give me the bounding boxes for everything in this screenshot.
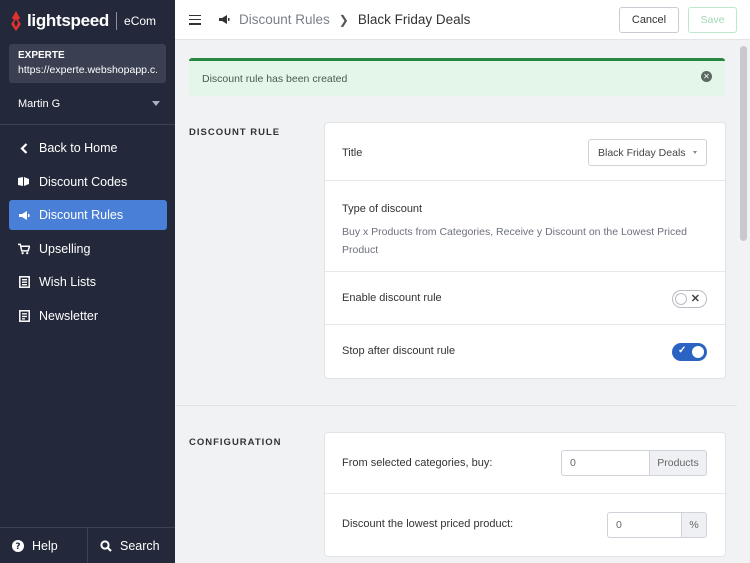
buy-row: From selected categories, buy: 0 Product… bbox=[325, 433, 725, 494]
title-select-value: Black Friday Deals bbox=[598, 146, 686, 159]
type-label: Type of discount bbox=[342, 203, 423, 215]
product-name: eCom bbox=[124, 14, 157, 28]
success-alert: Discount rule has been created ✕ bbox=[189, 58, 725, 96]
megaphone-icon bbox=[18, 209, 30, 221]
section-label-discount-rule: DISCOUNT RULE bbox=[189, 127, 281, 138]
buy-input-group: 0 Products bbox=[561, 450, 707, 476]
sidebar-nav: Back to Home Discount Codes Discount Rul… bbox=[0, 125, 175, 331]
title-select[interactable]: Black Friday Deals bbox=[588, 139, 707, 166]
section-label-configuration: CONFIGURATION bbox=[189, 437, 282, 448]
brand-name: lightspeed bbox=[27, 11, 110, 30]
sidebar-item-label: Upselling bbox=[39, 241, 91, 256]
percent-addon: % bbox=[681, 512, 707, 538]
sidebar-item-wish-lists[interactable]: Wish Lists bbox=[9, 267, 167, 297]
account-switcher[interactable]: EXPERTE https://experte.webshopapp.c... bbox=[9, 44, 166, 83]
help-label: Help bbox=[32, 538, 58, 553]
sidebar-bottom-bar: ? Help Search bbox=[0, 527, 175, 563]
list-icon bbox=[18, 276, 30, 288]
megaphone-icon bbox=[218, 14, 230, 25]
discount-input-group: 0 % bbox=[607, 512, 707, 538]
sidebar-item-label: Newsletter bbox=[39, 308, 99, 323]
help-button[interactable]: ? Help bbox=[0, 528, 87, 563]
lightspeed-flame-icon bbox=[11, 11, 21, 31]
help-icon: ? bbox=[12, 539, 24, 552]
search-label: Search bbox=[120, 538, 160, 553]
save-button[interactable]: Save bbox=[688, 7, 737, 33]
hamburger-menu-icon[interactable] bbox=[189, 14, 201, 25]
buy-quantity-input[interactable]: 0 bbox=[561, 450, 649, 476]
discount-label: Discount the lowest priced product: bbox=[342, 518, 514, 530]
sidebar: lightspeed eCom EXPERTE https://experte.… bbox=[0, 0, 175, 563]
sidebar-item-label: Back to Home bbox=[39, 141, 118, 155]
user-menu[interactable]: Martin G bbox=[0, 83, 175, 125]
title-row: Title Black Friday Deals bbox=[325, 123, 725, 181]
svg-text:?: ? bbox=[15, 542, 20, 552]
search-icon bbox=[100, 539, 112, 552]
scrollbar-thumb[interactable] bbox=[740, 46, 747, 241]
check-icon: ✓ bbox=[678, 345, 687, 356]
sidebar-item-discount-codes[interactable]: Discount Codes bbox=[9, 167, 167, 197]
sidebar-item-label: Discount Rules bbox=[39, 208, 124, 222]
discount-row: Discount the lowest priced product: 0 % bbox=[325, 494, 725, 556]
chevron-down-icon bbox=[693, 151, 697, 154]
alert-message: Discount rule has been created bbox=[202, 72, 348, 85]
type-row: Type of discount Buy x Products from Cat… bbox=[325, 181, 725, 272]
close-icon[interactable]: ✕ bbox=[701, 71, 712, 82]
title-label: Title bbox=[342, 147, 363, 159]
stop-toggle[interactable]: ✓ bbox=[672, 343, 707, 361]
toggle-knob bbox=[692, 346, 704, 358]
sidebar-item-upselling[interactable]: Upselling bbox=[9, 234, 167, 264]
discount-percent-input[interactable]: 0 bbox=[607, 512, 681, 538]
logo-divider bbox=[116, 12, 118, 30]
account-url: https://experte.webshopapp.c... bbox=[18, 64, 157, 76]
section-divider bbox=[176, 405, 737, 406]
sidebar-item-back-home[interactable]: Back to Home bbox=[9, 133, 167, 163]
enable-toggle[interactable]: ✕ bbox=[672, 290, 707, 308]
tag-icon bbox=[18, 176, 30, 188]
stop-label: Stop after discount rule bbox=[342, 345, 456, 357]
sidebar-item-discount-rules[interactable]: Discount Rules bbox=[9, 200, 167, 230]
sidebar-item-label: Discount Codes bbox=[39, 174, 128, 189]
chevron-down-icon bbox=[152, 101, 160, 106]
discount-rule-card: Title Black Friday Deals Type of discoun… bbox=[325, 123, 725, 378]
scrollbar[interactable] bbox=[737, 40, 750, 563]
buy-label: From selected categories, buy: bbox=[342, 457, 493, 469]
x-icon: ✕ bbox=[690, 293, 700, 305]
chevron-left-icon bbox=[18, 142, 30, 154]
type-description: Buy x Products from Categories, Receive … bbox=[342, 226, 687, 256]
enable-label: Enable discount rule bbox=[342, 292, 442, 304]
toggle-knob bbox=[675, 293, 687, 305]
enable-row: Enable discount rule ✕ bbox=[325, 272, 725, 325]
cancel-button[interactable]: Cancel bbox=[619, 7, 679, 33]
breadcrumb-current: Black Friday Deals bbox=[357, 12, 471, 27]
logo[interactable]: lightspeed eCom bbox=[0, 0, 175, 42]
top-bar: Discount Rules ❯ Black Friday Deals Canc… bbox=[175, 0, 750, 40]
configuration-card: From selected categories, buy: 0 Product… bbox=[325, 433, 725, 556]
cart-icon bbox=[18, 243, 30, 255]
account-name: EXPERTE bbox=[18, 50, 65, 61]
chevron-right-icon: ❯ bbox=[338, 12, 349, 27]
breadcrumb-parent[interactable]: Discount Rules bbox=[239, 12, 330, 27]
buy-unit-addon: Products bbox=[649, 450, 707, 476]
stop-row: Stop after discount rule ✓ bbox=[325, 325, 725, 378]
sidebar-item-newsletter[interactable]: Newsletter bbox=[9, 301, 167, 331]
sidebar-item-label: Wish Lists bbox=[39, 275, 96, 289]
newspaper-icon bbox=[18, 309, 30, 322]
search-button[interactable]: Search bbox=[87, 528, 175, 563]
user-name: Martin G bbox=[18, 97, 61, 110]
